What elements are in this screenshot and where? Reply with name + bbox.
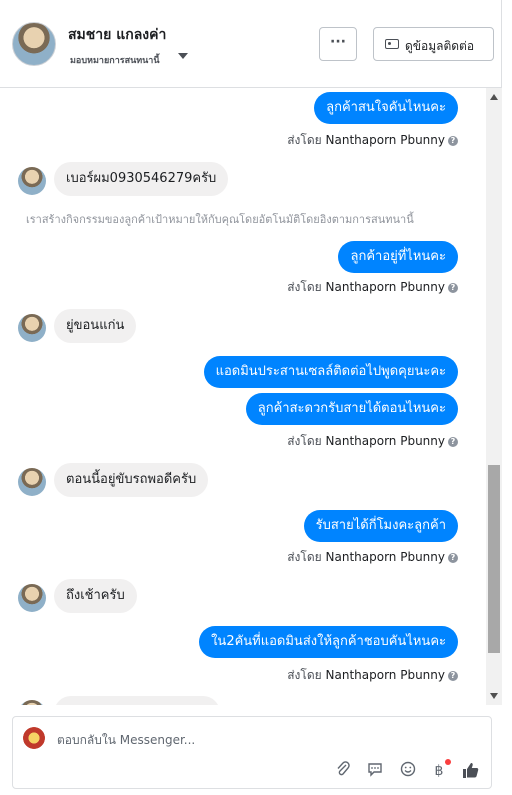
scroll-down-arrow-icon[interactable] xyxy=(490,693,498,699)
sent-by-prefix: ส่งโดย xyxy=(287,434,322,448)
outgoing-message: รับสายได้กี่โมงคะลูกค้า xyxy=(303,510,458,542)
help-icon[interactable]: ? xyxy=(448,282,458,293)
outgoing-message: แอดมินประสานเซลล์ติดต่อไปพูดคุยนะคะ xyxy=(203,356,458,388)
contact-avatar-small xyxy=(18,700,46,705)
help-icon[interactable]: ? xyxy=(448,670,458,681)
incoming-message: ตอนนี้อยู่ขับรถพอดีครับ xyxy=(54,463,209,497)
page-avatar-icon xyxy=(23,727,45,749)
contact-avatar-small xyxy=(18,167,46,195)
reply-composer: ฿ xyxy=(12,716,492,789)
message-thread[interactable]: ลูกค้าสนใจคันไหนคะ ส่งโดย Nanthaporn Pbu… xyxy=(0,88,486,705)
contact-avatar[interactable] xyxy=(12,22,56,66)
sent-by-prefix: ส่งโดย xyxy=(287,133,322,147)
agent-name: Nanthaporn Pbunny xyxy=(325,133,445,147)
contact-avatar-small xyxy=(18,584,46,612)
thumbs-up-icon[interactable] xyxy=(461,761,481,781)
system-note: เราสร้างกิจกรรมของลูกค้าเป้าหมายให้กับคุ… xyxy=(26,213,414,226)
speech-bubble-icon[interactable] xyxy=(365,761,385,781)
view-contact-info-label: ดูข้อมูลติดต่อ xyxy=(405,39,475,53)
help-icon[interactable]: ? xyxy=(448,436,458,447)
reply-input[interactable] xyxy=(57,733,357,747)
paperclip-icon[interactable] xyxy=(333,761,353,781)
thread-scrollbar[interactable] xyxy=(486,88,502,705)
agent-name: Nanthaporn Pbunny xyxy=(325,550,445,564)
conversation-header: สมชาย แกลงค่า มอบหมายการสนทนานี้ ··· ดูข… xyxy=(0,0,502,88)
incoming-message: ยู่ขอนแก่น xyxy=(54,309,137,343)
incoming-message: เบอร์ผม0930546279ครับ xyxy=(54,162,229,196)
outgoing-message: ลูกค้าสนใจคันไหนคะ xyxy=(314,92,458,124)
incoming-message-partial xyxy=(54,696,220,705)
sent-by-label: ส่งโดย Nanthaporn Pbunny? xyxy=(287,666,458,685)
incoming-message: ถึงเช้าครับ xyxy=(54,579,137,613)
smiley-icon[interactable] xyxy=(398,761,418,781)
sent-by-label: ส่งโดย Nanthaporn Pbunny? xyxy=(287,131,458,150)
scrollbar-thumb[interactable] xyxy=(488,465,500,653)
sent-by-label: ส่งโดย Nanthaporn Pbunny? xyxy=(287,432,458,451)
sent-by-label: ส่งโดย Nanthaporn Pbunny? xyxy=(287,548,458,567)
contact-avatar-small xyxy=(18,314,46,342)
sent-by-label: ส่งโดย Nanthaporn Pbunny? xyxy=(287,278,458,297)
more-options-button[interactable]: ··· xyxy=(319,27,357,61)
outgoing-message: ลูกค้าสะดวกรับสายได้ตอนไหนคะ xyxy=(245,393,458,425)
sent-by-prefix: ส่งโดย xyxy=(287,668,322,682)
outgoing-message: ใน2คันที่แอดมินส่งให้ลูกค้าชอบคันไหนคะ xyxy=(199,626,458,658)
sent-by-prefix: ส่งโดย xyxy=(287,280,322,294)
chevron-down-icon[interactable] xyxy=(178,53,188,59)
help-icon[interactable]: ? xyxy=(448,552,458,563)
help-icon[interactable]: ? xyxy=(448,135,458,146)
agent-name: Nanthaporn Pbunny xyxy=(325,434,445,448)
contact-card-icon xyxy=(385,39,399,49)
agent-name: Nanthaporn Pbunny xyxy=(325,668,445,682)
contact-avatar-small xyxy=(18,468,46,496)
view-contact-info-button[interactable]: ดูข้อมูลติดต่อ xyxy=(373,27,494,61)
sent-by-prefix: ส่งโดย xyxy=(287,550,322,564)
scroll-up-arrow-icon[interactable] xyxy=(490,94,498,100)
agent-name: Nanthaporn Pbunny xyxy=(325,280,445,294)
notification-dot xyxy=(445,759,451,765)
outgoing-message: ลูกค้าอยู่ที่ไหนคะ xyxy=(338,241,458,273)
contact-name[interactable]: สมชาย แกลงค่า xyxy=(68,24,166,46)
assign-conversation-label[interactable]: มอบหมายการสนทนานี้ xyxy=(70,53,160,67)
